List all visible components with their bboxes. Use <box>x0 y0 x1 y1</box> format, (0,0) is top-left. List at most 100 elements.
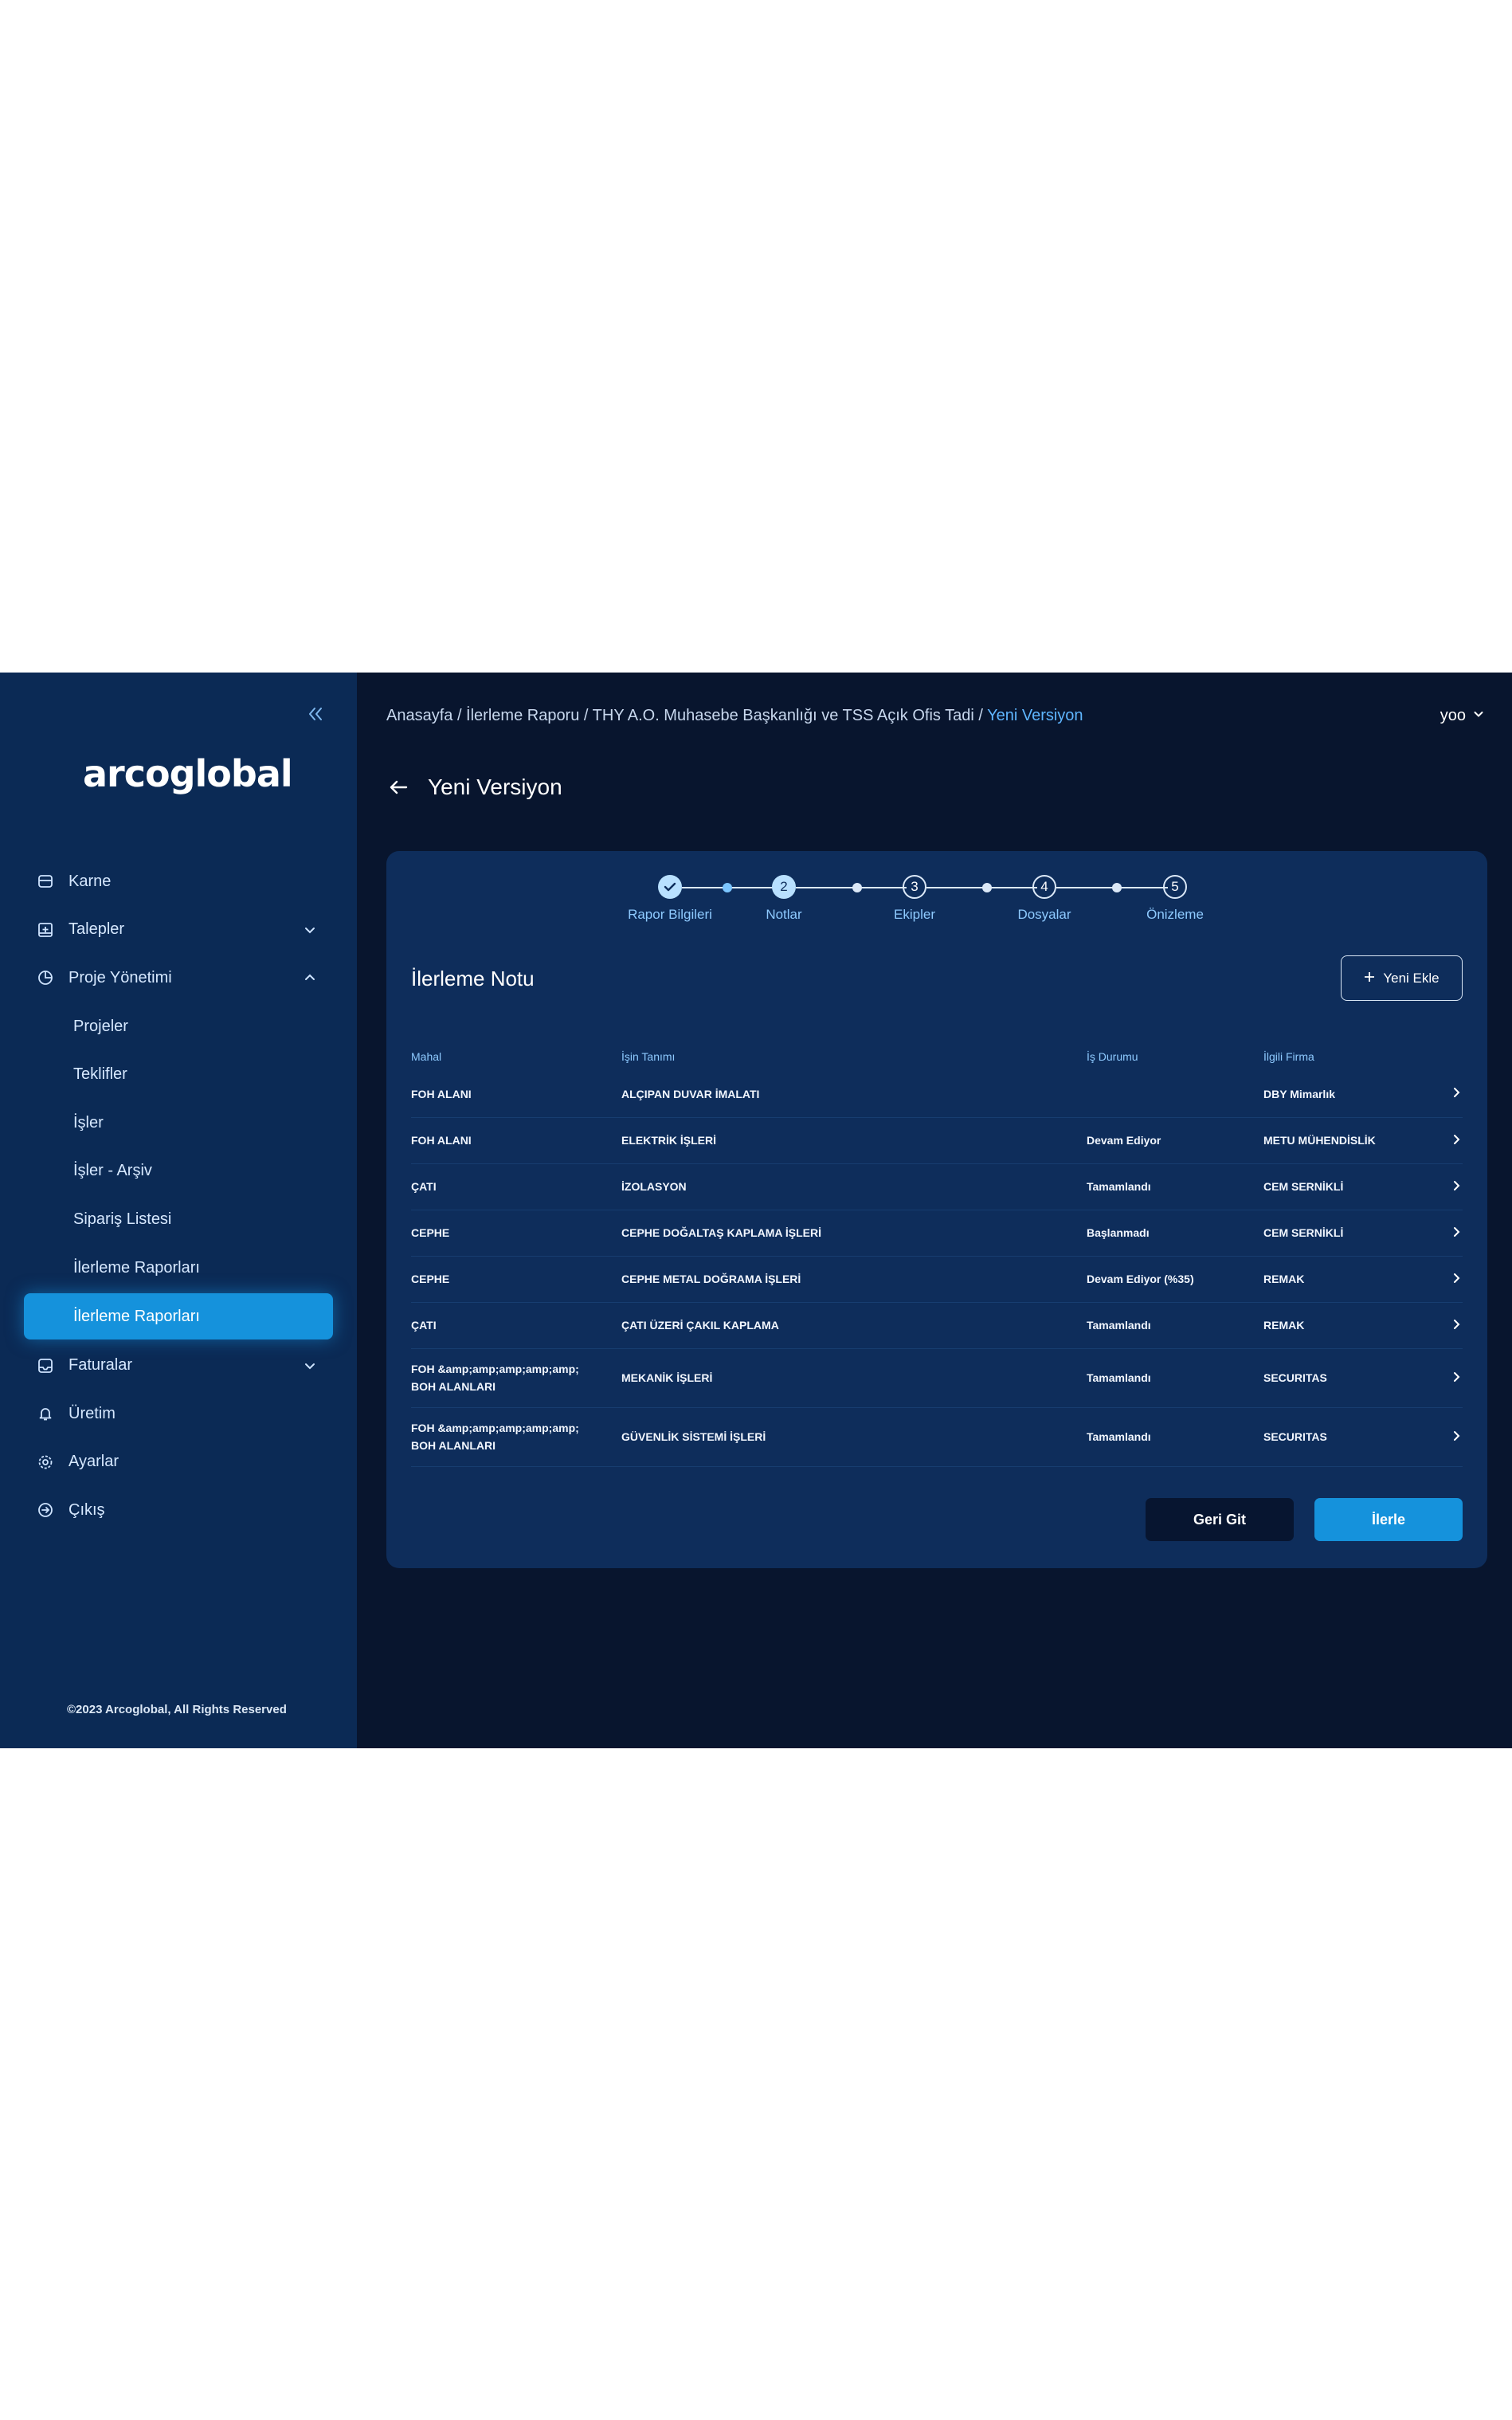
chevron-right-icon[interactable] <box>1431 1071 1463 1118</box>
collapse-sidebar-icon[interactable] <box>304 704 327 724</box>
sidebar-item-label: İşler - Arşiv <box>73 1162 152 1180</box>
cell-is-tanimi: ÇATI ÜZERİ ÇAKIL KAPLAMA <box>621 1302 1087 1349</box>
sidebar-item-label: Çıkış <box>69 1500 105 1519</box>
sidebar-item-label: Teklifler <box>73 1065 127 1084</box>
user-menu[interactable]: yoo <box>1440 707 1485 725</box>
table-row[interactable]: FOH ALANI ALÇIPAN DUVAR İMALATI DBY Mimarl… <box>411 1071 1463 1118</box>
add-new-button[interactable]: Yeni Ekle <box>1341 955 1463 1001</box>
table-row[interactable]: FOH &amp;amp;amp;amp;amp; BOH ALANLARI ME… <box>411 1348 1463 1408</box>
sidebar-item-karne[interactable]: Karne <box>0 857 357 906</box>
cell-is-tanimi: ALÇIPAN DUVAR İMALATI <box>621 1071 1087 1118</box>
cell-is-tanimi: İZOLASYON <box>621 1163 1087 1210</box>
sidebar-item-isler[interactable]: İşler <box>0 1099 357 1147</box>
step-rapor-bilgileri[interactable]: Rapor Bilgileri <box>606 875 734 923</box>
chevron-right-icon[interactable] <box>1431 1256 1463 1303</box>
table-row[interactable]: ÇATI ÇATI ÜZERİ ÇAKIL KAPLAMA Tamamlandı RE… <box>411 1302 1463 1349</box>
sidebar-item-uretim[interactable]: Üretim <box>0 1390 357 1438</box>
chevron-right-icon[interactable] <box>1431 1348 1463 1408</box>
table-row[interactable]: ÇATI İZOLASYON Tamamlandı CEM SERNİKLİ <box>411 1163 1463 1210</box>
step-label: Önizleme <box>1146 907 1204 922</box>
cell-mahal: FOH ALANI <box>411 1071 621 1118</box>
plus-icon <box>1364 971 1375 986</box>
chevron-up-icon <box>303 971 317 985</box>
table-row[interactable]: CEPHE CEPHE METAL DOĞRAMA İŞLERİ Devam Edi… <box>411 1256 1463 1303</box>
sidebar-item-ilerleme-raporlari-active[interactable]: İlerleme Raporları <box>24 1293 333 1340</box>
sidebar-item-teklifler[interactable]: Teklifler <box>0 1050 357 1099</box>
table-body: FOH ALANI ALÇIPAN DUVAR İMALATI DBY Mimarl… <box>411 1071 1463 1467</box>
table-row[interactable]: FOH &amp;amp;amp;amp;amp; BOH ALANLARI GÜ… <box>411 1407 1463 1467</box>
table-header-row: Mahal İşin Tanımı İş Durumu İlgili Firma <box>411 1042 1463 1071</box>
breadcrumb-path[interactable]: Anasayfa / İlerleme Raporu / THY A.O. Mu… <box>386 707 987 724</box>
cell-ilgili-firma: DBY Mimarlık <box>1263 1071 1431 1118</box>
cell-is-durumu: Devam Ediyor (%35) <box>1087 1256 1263 1303</box>
step-number: 2 <box>772 875 796 899</box>
cell-ilgili-firma: CEM SERNİKLİ <box>1263 1210 1431 1257</box>
page-title-row: Yeni Versiyon <box>386 775 562 800</box>
table-row[interactable]: FOH ALANI ELEKTRİK İŞLERİ Devam Ediyor METU… <box>411 1117 1463 1164</box>
chevron-right-icon[interactable] <box>1431 1210 1463 1257</box>
cell-ilgili-firma: SECURITAS <box>1263 1348 1431 1408</box>
sidebar-nav: Karne Talepler Proje Yönetimi Projeler T… <box>0 857 357 1535</box>
chevron-right-icon[interactable] <box>1431 1163 1463 1210</box>
chevron-right-icon[interactable] <box>1431 1302 1463 1349</box>
breadcrumb: Anasayfa / İlerleme Raporu / THY A.O. Mu… <box>386 707 1083 725</box>
sidebar-item-proje-yonetimi[interactable]: Proje Yönetimi <box>0 954 357 1002</box>
sidebar-item-label: Projeler <box>73 1017 128 1035</box>
cell-is-tanimi: CEPHE DOĞALTAŞ KAPLAMA İŞLERİ <box>621 1210 1087 1257</box>
sidebar-item-label: İşler <box>73 1113 104 1132</box>
sidebar-item-label: Faturalar <box>69 1356 133 1375</box>
chevron-right-icon[interactable] <box>1431 1407 1463 1467</box>
step-dosyalar[interactable]: 4 Dosyalar <box>981 875 1108 923</box>
sidebar-item-faturalar[interactable]: Faturalar <box>0 1341 357 1390</box>
step-number: 3 <box>903 875 926 899</box>
cell-mahal: FOH &amp;amp;amp;amp;amp; BOH ALANLARI <box>411 1348 621 1408</box>
cell-mahal: FOH &amp;amp;amp;amp;amp; BOH ALANLARI <box>411 1407 621 1467</box>
chevron-down-icon <box>1472 707 1485 725</box>
cell-ilgili-firma: SECURITAS <box>1263 1407 1431 1467</box>
progress-table: Mahal İşin Tanımı İş Durumu İlgili Firma… <box>411 1042 1463 1467</box>
cell-is-durumu <box>1087 1071 1263 1118</box>
step-ekipler[interactable]: 3 Ekipler <box>851 875 978 923</box>
sidebar-item-cikis[interactable]: Çıkış <box>0 1486 357 1535</box>
go-back-button[interactable]: Geri Git <box>1146 1498 1294 1541</box>
sidebar-item-isler-arsiv[interactable]: İşler - Arşiv <box>0 1147 357 1196</box>
breadcrumb-current: Yeni Versiyon <box>987 707 1083 724</box>
user-name: yoo <box>1440 707 1466 724</box>
cell-is-tanimi: CEPHE METAL DOĞRAMA İŞLERİ <box>621 1256 1087 1303</box>
step-notlar[interactable]: 2 Notlar <box>720 875 848 923</box>
cell-mahal: ÇATI <box>411 1163 621 1210</box>
column-header: Mahal <box>411 1050 442 1063</box>
cell-is-durumu: Başlanmadı <box>1087 1210 1263 1257</box>
cell-is-durumu: Devam Ediyor <box>1087 1117 1263 1164</box>
invoice-icon <box>37 1357 54 1375</box>
cell-is-durumu: Tamamlandı <box>1087 1163 1263 1210</box>
next-button[interactable]: İlerle <box>1314 1498 1463 1541</box>
app-window: arcoglobal Karne Talepler Proje Yönetimi… <box>0 673 1512 1748</box>
sidebar-item-talepler[interactable]: Talepler <box>0 906 357 955</box>
sidebar-item-ilerleme-raporlari[interactable]: İlerleme Raporları <box>0 1244 357 1292</box>
cell-ilgili-firma: METU MÜHENDİSLİK <box>1263 1117 1431 1164</box>
progress-note-card: Rapor Bilgileri 2 Notlar 3 Ekipler 4 Dos… <box>386 851 1487 1568</box>
sidebar-item-label: Proje Yönetimi <box>69 968 172 986</box>
sidebar-item-projeler[interactable]: Projeler <box>0 1002 357 1051</box>
sidebar-item-siparis-listesi[interactable]: Sipariş Listesi <box>0 1195 357 1244</box>
id-card-icon <box>37 873 54 890</box>
sidebar-item-label: Ayarlar <box>69 1453 119 1471</box>
logout-icon <box>37 1501 54 1519</box>
step-onizleme[interactable]: 5 Önizleme <box>1111 875 1239 923</box>
bell-icon <box>37 1405 54 1422</box>
main-content: Anasayfa / İlerleme Raporu / THY A.O. Mu… <box>357 673 1512 1748</box>
step-label: Ekipler <box>894 907 935 922</box>
cell-mahal: CEPHE <box>411 1210 621 1257</box>
inbox-plus-icon <box>37 921 54 939</box>
sidebar-item-ayarlar[interactable]: Ayarlar <box>0 1438 357 1487</box>
sidebar-item-label: Karne <box>69 872 112 890</box>
add-new-label: Yeni Ekle <box>1383 970 1440 986</box>
cell-ilgili-firma: REMAK <box>1263 1256 1431 1303</box>
back-arrow-icon[interactable] <box>386 775 410 799</box>
cell-is-tanimi: ELEKTRİK İŞLERİ <box>621 1117 1087 1164</box>
page-title: Yeni Versiyon <box>428 775 562 799</box>
table-row[interactable]: CEPHE CEPHE DOĞALTAŞ KAPLAMA İŞLERİ Başlan… <box>411 1210 1463 1257</box>
column-header: İlgili Firma <box>1263 1050 1314 1063</box>
chevron-right-icon[interactable] <box>1431 1117 1463 1164</box>
